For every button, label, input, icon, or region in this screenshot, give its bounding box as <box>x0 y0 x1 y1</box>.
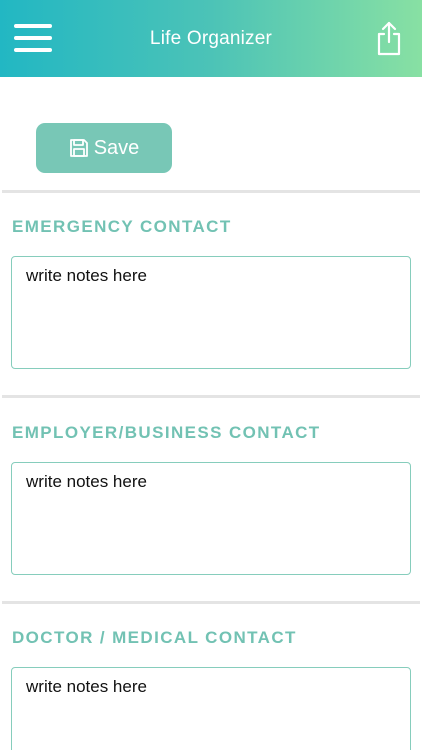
section-divider <box>2 601 420 604</box>
save-button-label: Save <box>93 136 140 159</box>
floppy-disk-icon <box>69 139 88 157</box>
app-screen: Life Organizer Save EMERGENCY CONTACT wr… <box>0 0 422 750</box>
emergency-contact-notes-field[interactable]: write notes here <box>11 256 411 369</box>
save-button[interactable]: Save <box>36 123 172 173</box>
medical-contact-notes-field[interactable]: write notes here <box>11 667 411 750</box>
employer-contact-notes-field[interactable]: write notes here <box>11 462 411 575</box>
section-divider <box>2 395 420 398</box>
section-divider <box>2 190 420 193</box>
section-title-employer-contact: EMPLOYER/BUSINESS CONTACT <box>12 423 321 442</box>
share-icon[interactable] <box>374 20 404 56</box>
section-title-emergency-contact: EMERGENCY CONTACT <box>12 217 232 236</box>
app-header: Life Organizer <box>0 0 422 77</box>
page-title: Life Organizer <box>149 28 273 49</box>
section-title-medical-contact: DOCTOR / MEDICAL CONTACT <box>12 628 297 647</box>
